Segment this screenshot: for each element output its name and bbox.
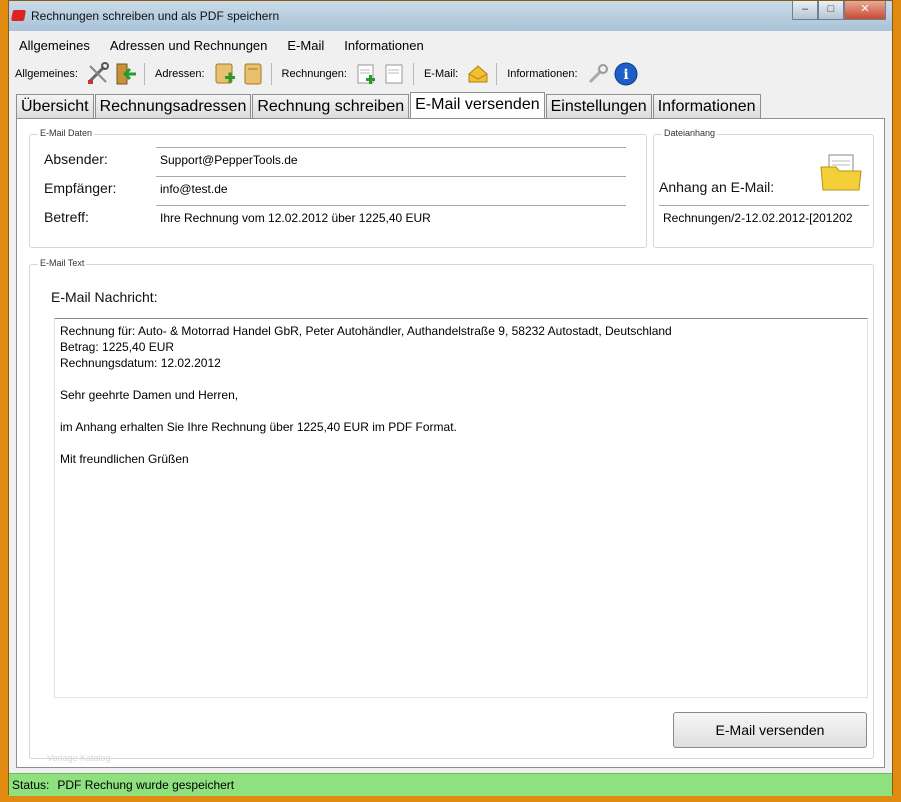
window-title: Rechnungen schreiben und als PDF speiche… (31, 9, 280, 23)
message-line: Rechnungsdatum: 12.02.2012 (60, 356, 221, 370)
subject-label: Betreff: (44, 209, 89, 225)
message-line (60, 435, 862, 451)
menu-allgemeines[interactable]: Allgemeines (9, 34, 100, 56)
tab-informationen[interactable]: Informationen (652, 94, 761, 118)
invoice-document-icon[interactable] (382, 61, 408, 87)
tab-uebersicht[interactable]: Übersicht (16, 94, 94, 118)
email-data-group: E-Mail Daten Absender: Support@PepperToo… (29, 128, 647, 248)
maximize-button[interactable]: □ (818, 1, 844, 20)
app-window: Rechnungen schreiben und als PDF speiche… (8, 0, 893, 796)
sender-field[interactable]: Support@PepperTools.de (156, 147, 626, 171)
new-invoice-icon[interactable] (354, 61, 380, 87)
attachment-field[interactable]: Rechnungen/2-12.02.2012-[201202 (659, 205, 869, 229)
status-text: PDF Rechung wurde gespeichert (57, 778, 235, 792)
tab-rechnung-schreiben[interactable]: Rechnung schreiben (252, 94, 410, 118)
tab-rechnungsadressen[interactable]: Rechnungsadressen (94, 94, 252, 118)
email-panel: E-Mail Daten Absender: Support@PepperToo… (16, 118, 885, 768)
message-line (60, 403, 862, 419)
info-icon[interactable]: i (613, 61, 639, 87)
toolbar-label-email: E-Mail: (423, 68, 459, 80)
toolbar-label-rechnungen: Rechnungen: (281, 68, 347, 80)
wrench-icon[interactable] (585, 61, 611, 87)
address-book-icon[interactable] (240, 61, 266, 87)
subject-field[interactable]: Ihre Rechnung vom 12.02.2012 über 1225,4… (156, 205, 626, 229)
message-line: Rechnung für: Auto- & Motorrad Handel Gb… (60, 324, 672, 338)
email-data-group-title: E-Mail Daten (38, 128, 95, 138)
tab-email-versenden[interactable]: E-Mail versenden (410, 92, 545, 119)
send-email-button[interactable]: E-Mail versenden (673, 712, 867, 748)
menu-adressen-rechnungen[interactable]: Adressen und Rechnungen (100, 34, 278, 56)
toolbar-separator (496, 63, 498, 85)
sender-label: Absender: (44, 151, 108, 167)
message-line: Betrag: 1225,40 EUR (60, 340, 175, 354)
attachment-label: Anhang an E-Mail: (659, 179, 775, 195)
message-line: Mit freundlichen Grüßen (60, 452, 189, 466)
toolbar: Allgemeines: Adressen: Rechnungen: E-Mai… (9, 60, 892, 88)
tools-icon[interactable] (85, 61, 111, 87)
toolbar-separator (412, 63, 414, 85)
menu-email[interactable]: E-Mail (277, 34, 334, 56)
attachment-group: Dateianhang Anhang an E-Mail: Rechnungen… (653, 128, 874, 248)
recipient-field[interactable]: info@test.de (156, 176, 626, 200)
minimize-button[interactable]: – (792, 1, 818, 20)
title-bar[interactable]: Rechnungen schreiben und als PDF speiche… (9, 1, 892, 31)
email-text-group-title: E-Mail Text (38, 258, 87, 268)
message-line (60, 371, 862, 387)
message-line: Sehr geehrte Damen und Herren, (60, 388, 239, 402)
svg-text:i: i (623, 67, 628, 83)
exit-door-icon[interactable] (113, 61, 139, 87)
status-label: Status: (12, 778, 50, 792)
window-controls: – □ ✕ (792, 1, 886, 20)
toolbar-label-informationen: Informationen: (507, 68, 578, 80)
folder-icon[interactable] (820, 153, 862, 194)
template-hint: Vorlage Katalog (47, 753, 111, 763)
message-label: E-Mail Nachricht: (51, 289, 158, 305)
close-button[interactable]: ✕ (844, 1, 886, 20)
toolbar-label-allgemeines: Allgemeines: (15, 68, 78, 80)
toolbar-separator (270, 63, 272, 85)
menu-bar: Allgemeines Adressen und Rechnungen E-Ma… (9, 34, 892, 56)
add-address-icon[interactable] (212, 61, 238, 87)
toolbar-label-adressen: Adressen: (154, 68, 205, 80)
tab-einstellungen[interactable]: Einstellungen (545, 94, 652, 118)
message-line: im Anhang erhalten Sie Ihre Rechnung übe… (60, 420, 457, 434)
app-icon (11, 10, 26, 21)
status-bar: Status: PDF Rechung wurde gespeichert (9, 773, 892, 796)
recipient-label: Empfänger: (44, 180, 117, 196)
message-textarea[interactable]: Rechnung für: Auto- & Motorrad Handel Gb… (54, 318, 868, 698)
mail-envelope-icon[interactable] (465, 61, 491, 87)
tab-strip: Übersicht Rechnungsadressen Rechnung sch… (16, 92, 762, 119)
toolbar-separator (143, 63, 145, 85)
menu-informationen[interactable]: Informationen (334, 34, 434, 56)
attachment-group-title: Dateianhang (662, 128, 718, 138)
